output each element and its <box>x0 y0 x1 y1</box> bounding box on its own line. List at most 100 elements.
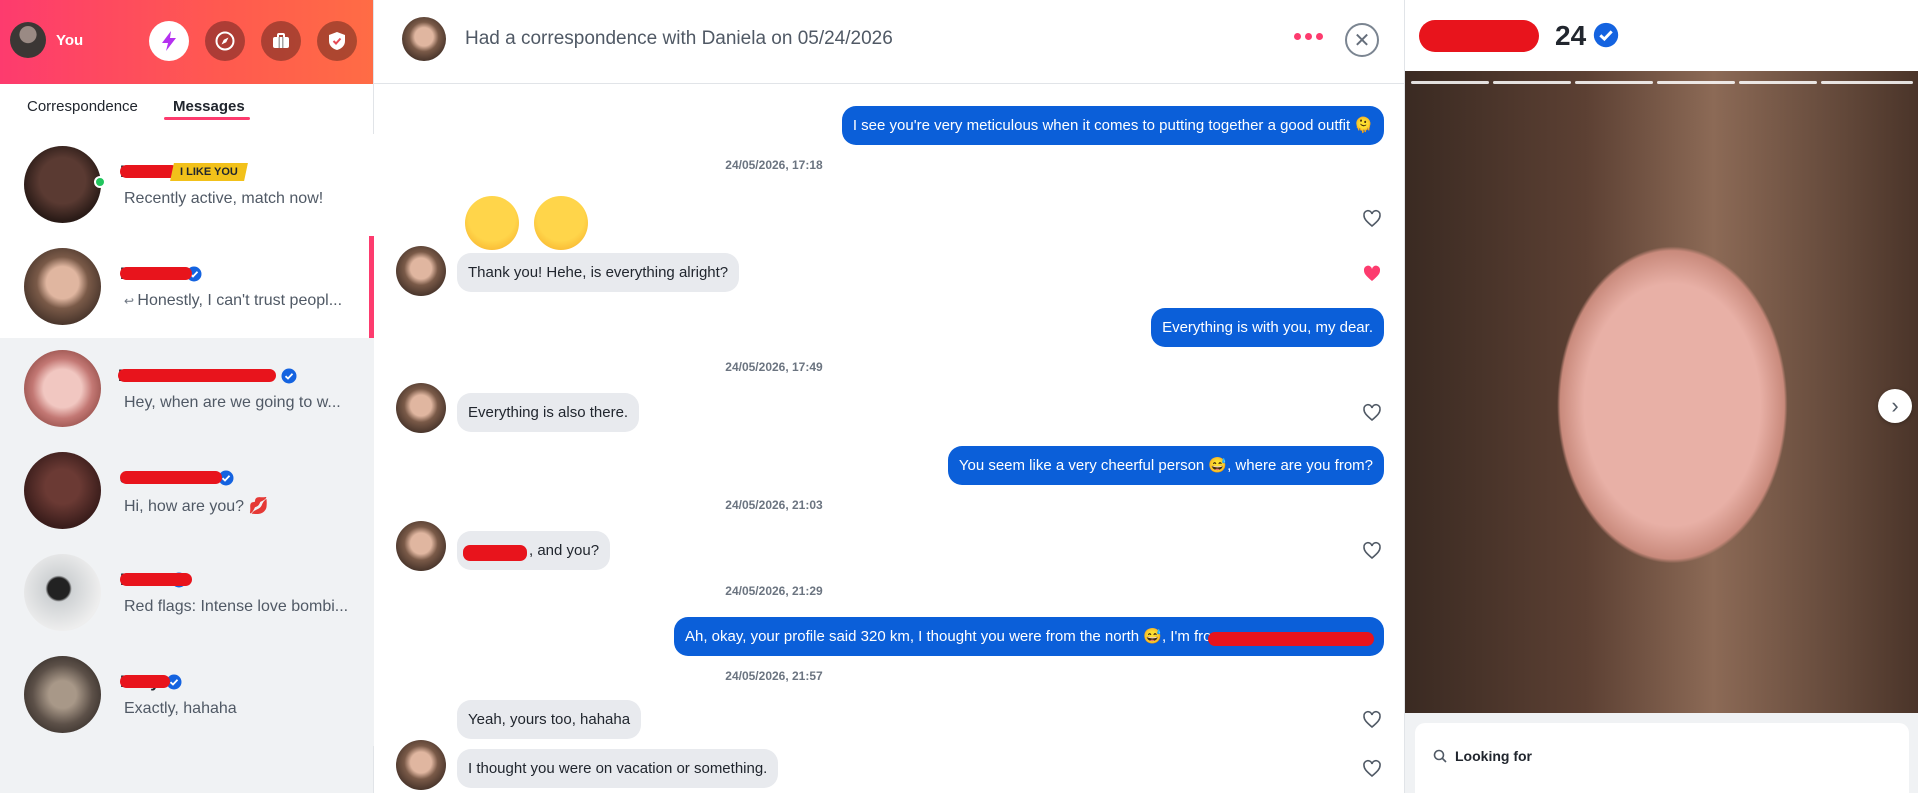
my-avatar <box>10 22 46 58</box>
message-timestamp: 24/05/2026, 17:18 <box>725 158 823 172</box>
photo-progress-segment <box>1493 81 1571 84</box>
photo-progress-segment <box>1821 81 1913 84</box>
conversation-item[interactable]: Mary Exactly, hahaha <box>0 644 374 746</box>
like-heart-icon[interactable] <box>1362 403 1382 423</box>
redaction-mark <box>118 369 276 382</box>
compass-icon <box>215 31 235 51</box>
like-badge: I LIKE YOU <box>170 163 249 181</box>
sidebar-tabs: Correspondence Messages <box>0 84 373 134</box>
online-indicator <box>94 176 106 188</box>
incoming-message: Thank you! Hehe, is everything alright? <box>457 253 740 292</box>
redaction-mark <box>1419 20 1539 52</box>
conversation-name: Jana Prado <box>120 468 222 488</box>
chat-title: Had a correspondence with Daniela on 05/… <box>465 28 893 49</box>
avatar <box>24 146 101 223</box>
message-timestamp: 24/05/2026, 21:57 <box>725 669 823 683</box>
outgoing-message: You seem like a very cheerful person 😅, … <box>947 446 1384 485</box>
incoming-message: Yeah, yours too, hahaha <box>457 700 642 739</box>
incoming-message: , and you? <box>457 531 611 570</box>
liked-heart-icon[interactable] <box>1362 264 1382 284</box>
redaction-mark <box>120 471 222 484</box>
looking-for-label: Looking for <box>1455 748 1532 764</box>
chat-avatar[interactable] <box>402 17 446 61</box>
conversation-preview: Hey, when are we going to w... <box>124 394 341 411</box>
next-photo-button[interactable]: › <box>1878 389 1912 423</box>
avatar <box>24 248 101 325</box>
profile-age: 24 <box>1555 20 1587 51</box>
conversation-item[interactable]: Jana Prado Hi, how are you? 💋 <box>0 440 374 542</box>
profile-panel: 24 › Looking for <box>1404 0 1918 793</box>
looking-for-card: Looking for <box>1415 723 1909 793</box>
message-list: I see you're very meticulous when it com… <box>374 85 1404 793</box>
profile-photo[interactable]: › <box>1405 71 1918 713</box>
incoming-message: Everything is also there. <box>457 393 640 432</box>
yum-emoji-icon <box>534 196 588 250</box>
close-button[interactable]: ✕ <box>1345 23 1379 57</box>
sidebar-header: You <box>0 0 373 84</box>
dot-icon <box>1294 33 1301 40</box>
conversation-item[interactable]: Diana I LIKE YOU Recently active, match … <box>0 134 374 236</box>
photo-progress-segment <box>1575 81 1653 84</box>
redaction-mark <box>1208 632 1374 646</box>
like-heart-icon[interactable] <box>1362 541 1382 561</box>
incoming-message: I thought you were on vacation or someth… <box>457 749 779 788</box>
avatar <box>24 656 101 733</box>
photo-progress-segment <box>1739 81 1817 84</box>
chat-header: Had a correspondence with Daniela on 05/… <box>374 0 1404 84</box>
verified-icon <box>1593 22 1619 48</box>
like-heart-icon[interactable] <box>1362 209 1382 229</box>
conversation-item[interactable]: Renata Hey, when are we going to w... <box>0 338 374 440</box>
redaction-mark <box>120 573 192 586</box>
avatar <box>24 554 101 631</box>
explore-button[interactable] <box>205 21 245 61</box>
message-timestamp: 24/05/2026, 21:29 <box>725 584 823 598</box>
conversation-item-selected[interactable]: Daniela ↩ Honestly, I can't trust peopl.… <box>0 236 374 338</box>
shield-icon <box>329 32 345 50</box>
photo-progress-segment <box>1411 81 1489 84</box>
my-profile-label: You <box>56 31 84 49</box>
outgoing-message: Ah, okay, your profile said 320 km, I th… <box>674 617 1384 656</box>
profile-header: 24 <box>1405 0 1918 70</box>
reply-arrow-icon: ↩ <box>124 294 138 308</box>
looking-for-section: Looking for <box>1405 713 1918 793</box>
more-options-button[interactable] <box>1294 33 1323 40</box>
sender-avatar <box>396 740 446 790</box>
tab-correspondence[interactable]: Correspondence <box>27 98 138 115</box>
like-heart-icon[interactable] <box>1362 710 1382 730</box>
chat-panel: Had a correspondence with Daniela on 05/… <box>374 0 1404 793</box>
avatar <box>24 452 101 529</box>
redaction-mark <box>463 545 527 561</box>
redaction-mark <box>120 675 170 688</box>
message-timestamp: 24/05/2026, 17:49 <box>725 360 823 374</box>
outgoing-message: I see you're very meticulous when it com… <box>841 106 1384 145</box>
conversation-name: Paula <box>120 570 192 590</box>
safety-button[interactable] <box>317 21 357 61</box>
sender-avatar <box>396 521 446 571</box>
photo-progress-segment <box>1657 81 1735 84</box>
outgoing-message: Everything is with you, my dear. <box>1151 308 1384 347</box>
dot-icon <box>1316 33 1323 40</box>
conversation-name: Daniela <box>120 264 192 284</box>
message-timestamp: 24/05/2026, 21:03 <box>725 498 823 512</box>
portfolio-button[interactable] <box>261 21 301 61</box>
conversation-preview: Exactly, hahaha <box>124 700 237 717</box>
briefcase-icon <box>273 33 289 48</box>
like-heart-icon[interactable] <box>1362 759 1382 779</box>
redaction-mark <box>120 165 178 178</box>
boost-button[interactable] <box>149 21 189 61</box>
close-icon: ✕ <box>1353 29 1371 52</box>
search-icon <box>1433 749 1447 763</box>
app: You Correspondence Messages I LIKE YOU R… <box>0 0 1918 793</box>
conversation-preview: Recently active, match now! <box>124 190 324 207</box>
my-profile-button[interactable]: You <box>10 22 83 58</box>
chevron-right-icon: › <box>1891 393 1899 418</box>
conversation-name: Renata <box>118 366 276 386</box>
tab-messages[interactable]: Messages <box>173 98 245 115</box>
avatar <box>24 350 101 427</box>
sender-avatar <box>396 246 446 296</box>
lightning-icon <box>162 31 176 51</box>
sender-avatar <box>396 383 446 433</box>
conversation-preview: Red flags: Intense love bombi... <box>124 598 349 615</box>
conversation-list: Diana I LIKE YOU Recently active, match … <box>0 134 374 746</box>
yum-emoji-icon <box>465 196 519 250</box>
